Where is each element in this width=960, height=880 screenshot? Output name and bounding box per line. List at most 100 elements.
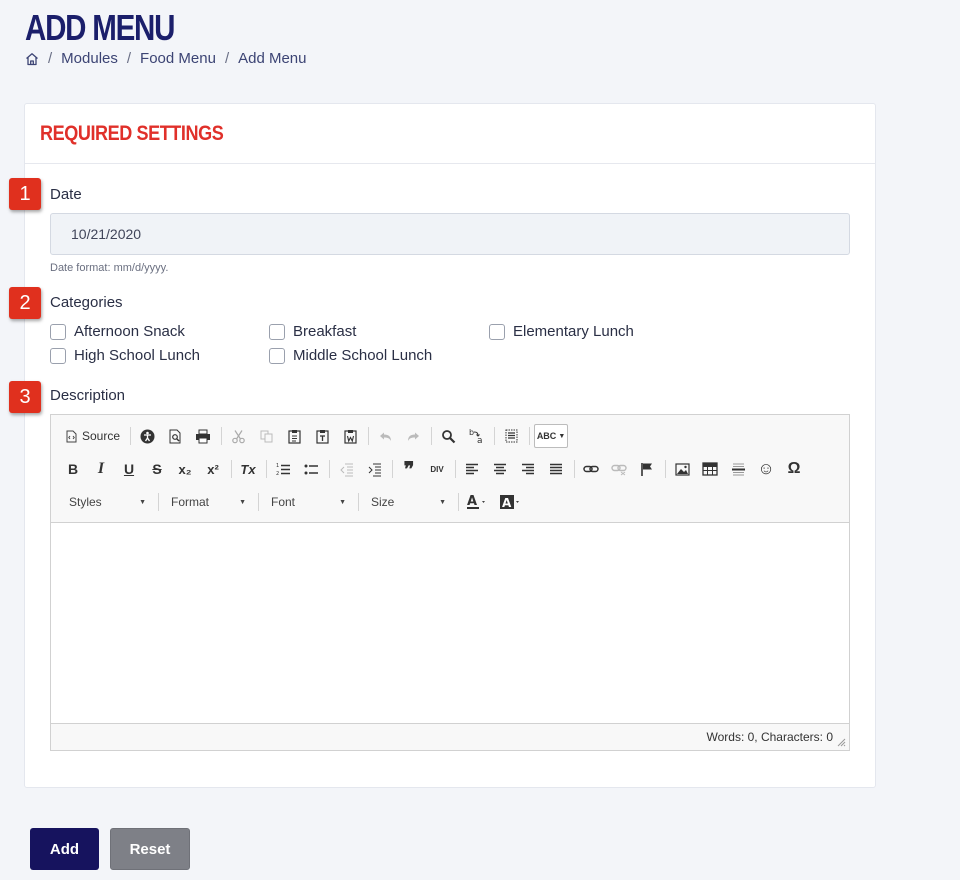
accessibility-checker-button[interactable]: [135, 424, 159, 448]
svg-text:A: A: [502, 496, 512, 510]
horizontal-line-button[interactable]: [726, 457, 750, 481]
bulleted-list-button[interactable]: [299, 457, 323, 481]
align-center-icon: [494, 463, 506, 474]
reset-button[interactable]: Reset: [110, 828, 190, 870]
font-dropdown[interactable]: Font ▼: [263, 490, 352, 514]
category-middle-school-lunch[interactable]: Middle School Lunch: [269, 347, 432, 364]
category-breakfast[interactable]: Breakfast: [269, 323, 356, 340]
smiley-button[interactable]: ☺: [754, 457, 778, 481]
unlink-button[interactable]: [607, 457, 631, 481]
breadcrumb-modules[interactable]: Modules: [61, 50, 118, 67]
spellcheck-dropdown[interactable]: ABC ▼: [534, 424, 569, 448]
justify-button[interactable]: [544, 457, 568, 481]
paste-word-button[interactable]: [338, 424, 362, 448]
source-label: Source: [82, 429, 121, 443]
checkbox[interactable]: [269, 347, 285, 364]
text-color-button[interactable]: A: [463, 490, 493, 514]
superscript-button[interactable]: x²: [201, 457, 225, 481]
toolbar-separator: [494, 427, 496, 445]
undo-button[interactable]: [373, 424, 397, 448]
bulleted-list-icon: [304, 464, 318, 474]
strikethrough-button[interactable]: S: [145, 457, 169, 481]
size-dropdown[interactable]: Size ▼: [363, 490, 452, 514]
link-icon: [583, 465, 599, 473]
source-button[interactable]: Source: [61, 424, 124, 448]
align-center-button[interactable]: [488, 457, 512, 481]
chevron-down-icon: ▼: [558, 432, 566, 440]
resize-grip-icon[interactable]: [836, 737, 846, 747]
align-right-button[interactable]: [516, 457, 540, 481]
step-badge-1: 1: [9, 178, 41, 210]
category-elementary-lunch[interactable]: Elementary Lunch: [489, 323, 634, 340]
indent-button[interactable]: [362, 457, 386, 481]
home-icon[interactable]: [25, 52, 39, 66]
paste-text-icon: [315, 429, 329, 444]
outdent-button[interactable]: [334, 457, 358, 481]
bold-button[interactable]: B: [61, 457, 85, 481]
paste-icon: [287, 429, 301, 444]
rich-text-editor: Source b a ABC ▼ B I U S x₂ x² Tx 1 2 ❞ …: [50, 414, 850, 751]
redo-button[interactable]: [401, 424, 425, 448]
checkbox[interactable]: [50, 323, 66, 340]
breadcrumb-food-menu[interactable]: Food Menu: [140, 50, 216, 67]
table-icon: [702, 462, 718, 476]
description-label: Description: [50, 387, 126, 404]
table-button[interactable]: [698, 457, 722, 481]
anchor-button[interactable]: [635, 457, 659, 481]
background-color-button[interactable]: A: [497, 490, 527, 514]
align-left-button[interactable]: [460, 457, 484, 481]
underline-button[interactable]: U: [117, 457, 141, 481]
cut-button[interactable]: [226, 424, 250, 448]
preview-button[interactable]: [163, 424, 187, 448]
toolbar-separator: [368, 427, 370, 445]
copy-icon: [260, 430, 273, 442]
step-badge-2: 2: [9, 287, 41, 319]
remove-format-button[interactable]: Tx: [236, 457, 260, 481]
styles-dropdown[interactable]: Styles ▼: [61, 490, 152, 514]
checkbox-label: Middle School Lunch: [293, 347, 433, 364]
toolbar-separator: [358, 493, 359, 511]
format-label: Format: [171, 495, 210, 509]
replace-button[interactable]: ba: [464, 424, 488, 448]
image-icon: [674, 462, 690, 476]
svg-text:b: b: [469, 428, 474, 437]
paste-text-button[interactable]: [310, 424, 334, 448]
breadcrumb-separator: /: [224, 50, 230, 67]
subscript-button[interactable]: x₂: [173, 457, 197, 481]
styles-label: Styles: [69, 495, 102, 509]
add-button[interactable]: Add: [30, 828, 99, 870]
chevron-down-icon: ▼: [239, 498, 246, 506]
copy-button[interactable]: [254, 424, 278, 448]
format-dropdown[interactable]: Format ▼: [163, 490, 252, 514]
toolbar-separator: [665, 460, 666, 478]
italic-button[interactable]: I: [89, 457, 113, 481]
horizontal-line-icon: [731, 463, 745, 475]
toolbar-separator: [458, 493, 459, 511]
paste-button[interactable]: [282, 424, 306, 448]
unlink-icon: [611, 464, 627, 476]
svg-text:1: 1: [276, 463, 279, 469]
link-button[interactable]: [579, 457, 603, 481]
replace-icon: ba: [469, 428, 483, 444]
font-label: Font: [271, 495, 296, 509]
checkbox[interactable]: [50, 347, 66, 364]
date-input[interactable]: [50, 213, 850, 255]
find-button[interactable]: [436, 424, 460, 448]
select-all-button[interactable]: [499, 424, 523, 448]
special-char-button[interactable]: Ω: [782, 457, 806, 481]
svg-text:a: a: [477, 436, 483, 444]
checkbox[interactable]: [489, 323, 505, 340]
create-div-button[interactable]: DIV: [425, 457, 449, 481]
indent-icon: [368, 463, 381, 476]
toolbar-separator: [266, 460, 267, 478]
breadcrumb-separator: /: [48, 50, 53, 67]
blockquote-button[interactable]: ❞: [397, 457, 421, 481]
category-afternoon-snack[interactable]: Afternoon Snack: [50, 323, 185, 340]
image-button[interactable]: [670, 457, 694, 481]
checkbox[interactable]: [269, 323, 285, 340]
numbered-list-button[interactable]: 12: [271, 457, 295, 481]
align-left-icon: [466, 463, 478, 474]
editor-content-area[interactable]: [51, 523, 849, 723]
category-high-school-lunch[interactable]: High School Lunch: [50, 347, 200, 364]
print-button[interactable]: [191, 424, 215, 448]
